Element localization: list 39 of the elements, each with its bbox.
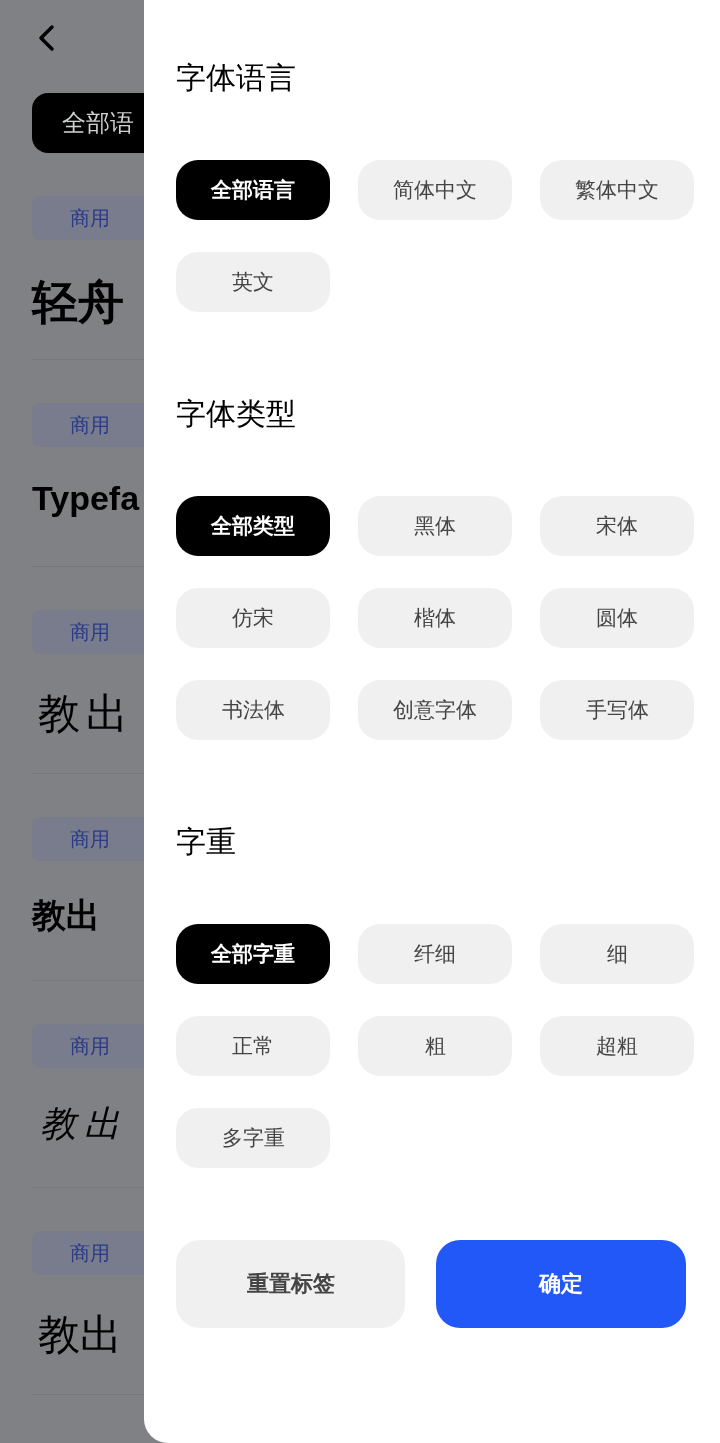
license-tag: 商用 [32,1231,144,1275]
filter-option[interactable]: 仿宋 [176,588,330,648]
section-title: 字重 [176,823,237,861]
font-sample: Typefa [32,479,141,518]
filter-option[interactable]: 楷体 [358,588,512,648]
section-title: 字体语言 [176,59,297,97]
license-tag: 商用 [32,610,144,654]
filter-option[interactable]: 手写体 [540,680,694,740]
filter-option[interactable]: 纤细 [358,924,512,984]
filter-option[interactable]: 全部字重 [176,924,330,984]
filter-chip[interactable]: 全部语 [32,93,144,153]
filter-option[interactable]: 超粗 [540,1016,694,1076]
filter-option[interactable]: 繁体中文 [540,160,694,220]
license-tag: 商用 [32,817,144,861]
filter-option[interactable]: 黑体 [358,496,512,556]
filter-option[interactable]: 圆体 [540,588,694,648]
filter-option[interactable]: 英文 [176,252,330,312]
reset-button[interactable]: 重置标签 [176,1240,405,1328]
filter-option[interactable]: 正常 [176,1016,330,1076]
filter-option[interactable]: 粗 [358,1016,512,1076]
filter-option[interactable]: 书法体 [176,680,330,740]
license-tag: 商用 [32,403,144,447]
font-sample: 轻舟 [32,274,125,331]
font-sample: 教出 [38,1311,123,1360]
filter-option[interactable]: 全部语言 [176,160,330,220]
confirm-button[interactable]: 确定 [436,1240,686,1328]
license-tag: 商用 [32,1024,144,1068]
font-sample: 教出 [32,895,101,936]
filter-option[interactable]: 创意字体 [358,680,512,740]
section-title: 字体类型 [176,395,297,433]
filter-option[interactable]: 细 [540,924,694,984]
font-sample: 教出 [40,1102,129,1146]
license-tag: 商用 [32,196,144,240]
back-icon[interactable] [37,24,55,52]
filter-option[interactable]: 多字重 [176,1108,330,1168]
font-sample: 教出 [38,688,135,740]
filter-option[interactable]: 全部类型 [176,496,330,556]
filter-option[interactable]: 简体中文 [358,160,512,220]
filter-option[interactable]: 宋体 [540,496,694,556]
